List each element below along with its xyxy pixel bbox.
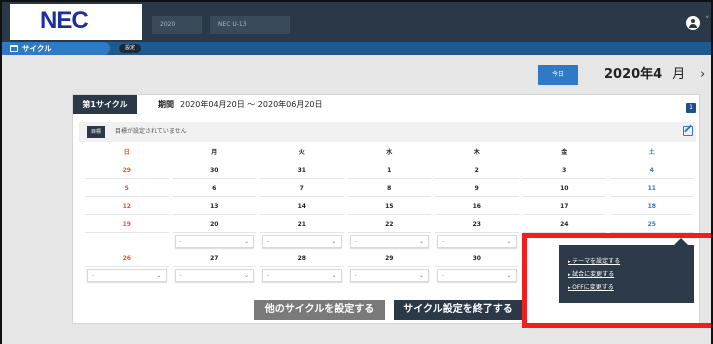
calendar-day[interactable]: 29: [347, 251, 431, 267]
day-type-select[interactable]: - ⌄: [174, 269, 254, 282]
day-type-select-value: -: [354, 238, 357, 245]
setting-chip[interactable]: 設定: [119, 44, 141, 53]
nec-logo: NEC: [10, 4, 142, 40]
user-icon[interactable]: [686, 16, 700, 30]
calendar-day[interactable]: 22: [347, 217, 431, 233]
day-type-select-value: -: [179, 272, 182, 279]
period-key: 期間: [158, 100, 174, 109]
calendar-day[interactable]: 10: [522, 181, 606, 197]
end-cycle-setting-button[interactable]: サイクル設定を終了する: [394, 300, 522, 320]
calendar-icon: [10, 45, 18, 52]
calendar-day[interactable]: 18: [610, 199, 694, 215]
day-type-select[interactable]: - ⌄: [437, 235, 517, 248]
chevron-down-icon: ⌄: [156, 272, 162, 279]
goal-chip: 目標: [87, 126, 105, 138]
calendar-day[interactable]: 16: [435, 199, 519, 215]
month-value: 2020年4: [604, 67, 663, 82]
calendar-day[interactable]: 9: [435, 181, 519, 197]
day-type-select[interactable]: - ⌄: [349, 235, 429, 248]
calendar-day[interactable]: 29: [85, 163, 169, 179]
calendar-day[interactable]: 24: [522, 217, 606, 233]
calendar-day[interactable]: 23: [435, 217, 519, 233]
day-type-select-value: -: [442, 238, 445, 245]
app-frame: NEC 2020 NEC U-13 ˅ サイクル 設定 今日 2020年4 月 ›…: [0, 0, 713, 344]
weekday-header: 火: [298, 149, 305, 156]
tab-cycle-label: サイクル: [22, 44, 52, 53]
calendar-day[interactable]: 1: [347, 163, 431, 179]
calendar-day[interactable]: 12: [85, 199, 169, 215]
calendar-day[interactable]: 25: [610, 217, 694, 233]
calendar-day[interactable]: 21: [260, 217, 344, 233]
calendar-day[interactable]: 7: [260, 181, 344, 197]
chevron-down-icon[interactable]: ˅: [705, 16, 710, 26]
goal-row: 目標 目標が設定されていません: [79, 122, 696, 142]
chevron-down-icon: ⌄: [243, 238, 249, 245]
calendar-day[interactable]: 20: [172, 217, 256, 233]
weekday-header: 日: [123, 149, 130, 156]
calendar-day[interactable]: 14: [260, 199, 344, 215]
day-type-select-value: -: [354, 272, 357, 279]
cycle-period: 期間 2020年04月20日 ～ 2020年06月20日: [158, 95, 323, 114]
calendar-day[interactable]: 4: [610, 163, 694, 179]
calendar-day[interactable]: 30: [172, 163, 256, 179]
calendar-day[interactable]: 17: [522, 199, 606, 215]
cycle-label: 第1サイクル: [73, 95, 137, 114]
calendar-day[interactable]: 15: [347, 199, 431, 215]
day-type-select[interactable]: - ⌄: [87, 269, 167, 282]
top-bar: NEC 2020 NEC U-13 ˅: [2, 2, 711, 42]
day-type-select-value: -: [267, 272, 270, 279]
calendar-day[interactable]: 3: [522, 163, 606, 179]
calendar-day[interactable]: 5: [85, 181, 169, 197]
calendar-day[interactable]: 31: [260, 163, 344, 179]
calendar-day[interactable]: 28: [260, 251, 344, 267]
calendar-day[interactable]: 11: [610, 181, 694, 197]
calendar-day[interactable]: 19: [85, 217, 169, 233]
day-type-select[interactable]: - ⌄: [262, 269, 342, 282]
today-button[interactable]: 今日: [538, 65, 578, 85]
chevron-down-icon: ⌄: [243, 272, 249, 279]
period-value: 2020年04月20日 ～ 2020年06月20日: [180, 100, 323, 109]
calendar-day[interactable]: 6: [172, 181, 256, 197]
day-type-select-value: -: [267, 238, 270, 245]
day-type-select[interactable]: - ⌄: [262, 235, 342, 248]
weekday-header: 月: [211, 149, 218, 156]
chevron-down-icon: ⌄: [331, 272, 337, 279]
weekday-header: 土: [648, 149, 655, 156]
calendar-day[interactable]: 30: [435, 251, 519, 267]
calendar-day[interactable]: 2: [435, 163, 519, 179]
chevron-down-icon: ⌄: [418, 238, 424, 245]
calendar-day[interactable]: 8: [347, 181, 431, 197]
day-type-select-value: -: [442, 272, 445, 279]
day-type-select[interactable]: - ⌄: [437, 269, 517, 282]
edit-icon[interactable]: [683, 126, 693, 136]
calendar-day[interactable]: 27: [172, 251, 256, 267]
weekday-header: 金: [561, 149, 568, 156]
chevron-down-icon: ⌄: [331, 238, 337, 245]
day-type-select[interactable]: - ⌄: [349, 269, 429, 282]
team-select[interactable]: NEC U-13: [210, 16, 290, 34]
chevron-down-icon: ⌄: [506, 272, 512, 279]
weekday-header: 木: [473, 149, 480, 156]
info-badge[interactable]: 1: [686, 103, 696, 113]
chevron-down-icon: ⌄: [506, 238, 512, 245]
month-unit: 月: [672, 67, 686, 82]
goal-text: 目標が設定されていません: [115, 128, 187, 135]
year-select[interactable]: 2020: [152, 16, 202, 34]
next-month-button[interactable]: ›: [700, 65, 705, 85]
calendar-day[interactable]: 13: [172, 199, 256, 215]
day-type-select-value: -: [92, 272, 95, 279]
day-type-select-value: -: [179, 238, 182, 245]
day-type-select[interactable]: - ⌄: [174, 235, 254, 248]
set-other-cycle-button[interactable]: 他のサイクルを設定する: [254, 300, 385, 320]
weekday-header: 水: [386, 149, 393, 156]
tab-cycle[interactable]: サイクル: [2, 42, 110, 55]
logo-text: NEC: [40, 7, 89, 34]
chevron-down-icon: ⌄: [418, 272, 424, 279]
calendar-day[interactable]: 26: [85, 251, 169, 267]
highlight-box: [522, 233, 711, 328]
month-title: 2020年4 月: [604, 65, 685, 85]
